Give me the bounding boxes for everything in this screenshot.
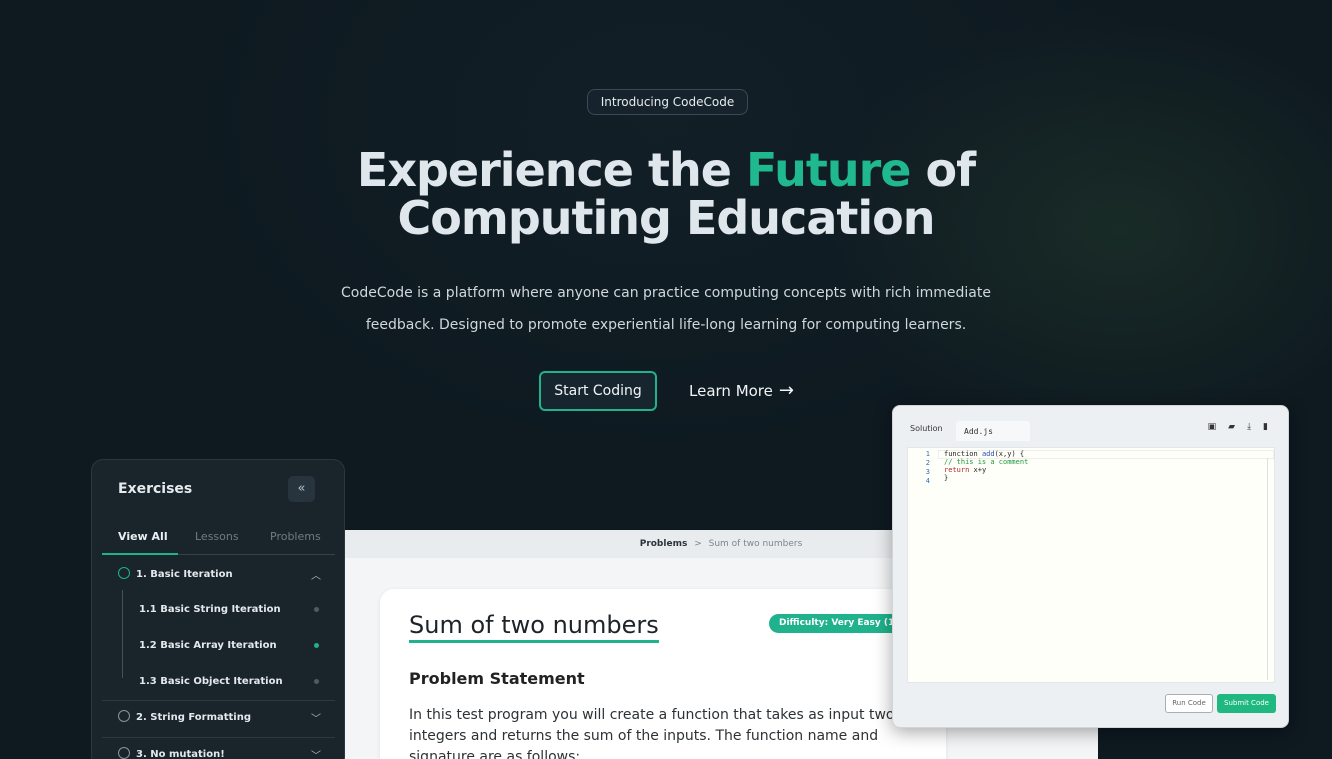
tab-view-all[interactable]: View All	[118, 530, 168, 543]
problem-statement-heading: Problem Statement	[409, 669, 585, 688]
code-line: return x+y	[944, 466, 986, 474]
sidebar-item-basic-object-iteration[interactable]: 1.3 Basic Object Iteration	[102, 664, 335, 700]
breadcrumb-current: Sum of two numbers	[708, 539, 803, 549]
start-coding-button[interactable]: Start Coding	[539, 371, 657, 411]
sidebar-item-label: 2. String Formatting	[136, 712, 251, 723]
solution-label: Solution	[910, 424, 943, 433]
hero-subtitle: CodeCode is a platform where anyone can …	[341, 285, 991, 333]
sidebar-item-label: 1. Basic Iteration	[136, 569, 233, 580]
line-number: 4	[925, 477, 930, 485]
learn-more-button[interactable]: Learn More →	[689, 380, 794, 402]
editor-toolbar: ▣ ▰ ⤓ ▮	[1208, 422, 1268, 432]
tab-problems[interactable]: Problems	[270, 530, 321, 543]
code-line: function add(x,y) {	[944, 450, 1024, 458]
sidebar-item-label: 1.1 Basic String Iteration	[139, 604, 281, 615]
headline-post: of	[910, 143, 976, 197]
headline-pre: Experience the	[356, 143, 746, 197]
submit-code-button[interactable]: Submit Code	[1217, 694, 1276, 713]
progress-ring-icon	[118, 567, 130, 579]
new-file-icon[interactable]: ▣	[1208, 422, 1217, 432]
sidebar-item-basic-array-iteration[interactable]: 1.2 Basic Array Iteration	[102, 628, 335, 664]
sidebar-item-label: 1.3 Basic Object Iteration	[139, 676, 283, 687]
tab-lessons[interactable]: Lessons	[195, 530, 239, 543]
run-code-button[interactable]: Run Code	[1165, 694, 1213, 713]
problem-statement-body: In this test program you will create a f…	[409, 707, 895, 759]
problem-card: Sum of two numbers Difficulty: Very Easy…	[380, 589, 946, 759]
line-number: 1	[925, 450, 930, 458]
headline-accent: Future	[745, 143, 912, 197]
difficulty-badge: Difficulty: Very Easy (1 - 14	[769, 614, 909, 633]
line-number: 2	[925, 459, 930, 467]
sidebar-item-string-formatting[interactable]: 2. String Formatting ﹀	[102, 700, 335, 736]
file-tab[interactable]: Add.js	[956, 421, 1030, 441]
intro-badge[interactable]: Introducing CodeCode	[587, 89, 748, 115]
tree-connector	[122, 590, 123, 678]
chevron-down-icon: ﹀	[311, 714, 321, 725]
download-icon[interactable]: ⤓	[1247, 422, 1251, 432]
active-tab-indicator	[102, 553, 178, 555]
editor-scrollbar[interactable]	[1267, 458, 1268, 680]
new-folder-icon[interactable]: ▰	[1228, 422, 1235, 432]
code-line: }	[944, 474, 949, 482]
sidebar-item-basic-string-iteration[interactable]: 1.1 Basic String Iteration	[102, 592, 335, 628]
code-text: x+y	[969, 466, 987, 474]
hero-headline: Experience the Future of Computing Educa…	[0, 146, 1332, 242]
code-function-name: add	[981, 450, 995, 458]
sidebar-title: Exercises	[118, 481, 193, 497]
status-dot-icon	[314, 679, 319, 684]
status-dot-icon	[314, 643, 319, 648]
chevron-up-icon: ︿	[311, 571, 321, 582]
code-comment: // this is a comment	[944, 458, 1029, 466]
breadcrumb-separator: >	[694, 539, 702, 549]
arrow-right-icon: →	[778, 380, 794, 401]
sidebar-item-label: 1.2 Basic Array Iteration	[139, 640, 277, 651]
code-text: (x,y) {	[994, 450, 1025, 458]
sidebar-item-no-mutation[interactable]: 3. No mutation! ﹀	[102, 737, 335, 759]
chevron-down-icon: ﹀	[311, 751, 321, 759]
sidebar-item-label: 3. No mutation!	[136, 749, 225, 759]
sidebar-item-basic-iteration[interactable]: 1. Basic Iteration ︿	[102, 557, 335, 593]
collapse-sidebar-button[interactable]: «	[288, 476, 315, 502]
headline-line2: Computing Education	[397, 191, 936, 245]
line-number: 3	[925, 468, 930, 476]
sidebar-tabs: View All Lessons Problems	[102, 525, 335, 555]
status-dot-icon	[314, 607, 319, 612]
problem-title: Sum of two numbers	[409, 611, 659, 643]
progress-ring-icon	[118, 747, 130, 759]
exercises-sidebar: Exercises « View All Lessons Problems 1.…	[91, 459, 345, 759]
progress-ring-icon	[118, 710, 130, 722]
code-keyword: function	[944, 450, 982, 458]
learn-more-label: Learn More	[689, 382, 773, 400]
code-keyword: return	[944, 466, 970, 474]
code-area[interactable]: 1 2 3 4 function add(x,y) { // this is a…	[907, 447, 1275, 683]
code-editor-window: Solution Add.js ▣ ▰ ⤓ ▮ 1 2 3 4 function…	[892, 405, 1289, 728]
trash-icon[interactable]: ▮	[1263, 422, 1268, 432]
breadcrumb-problems[interactable]: Problems	[640, 539, 688, 549]
